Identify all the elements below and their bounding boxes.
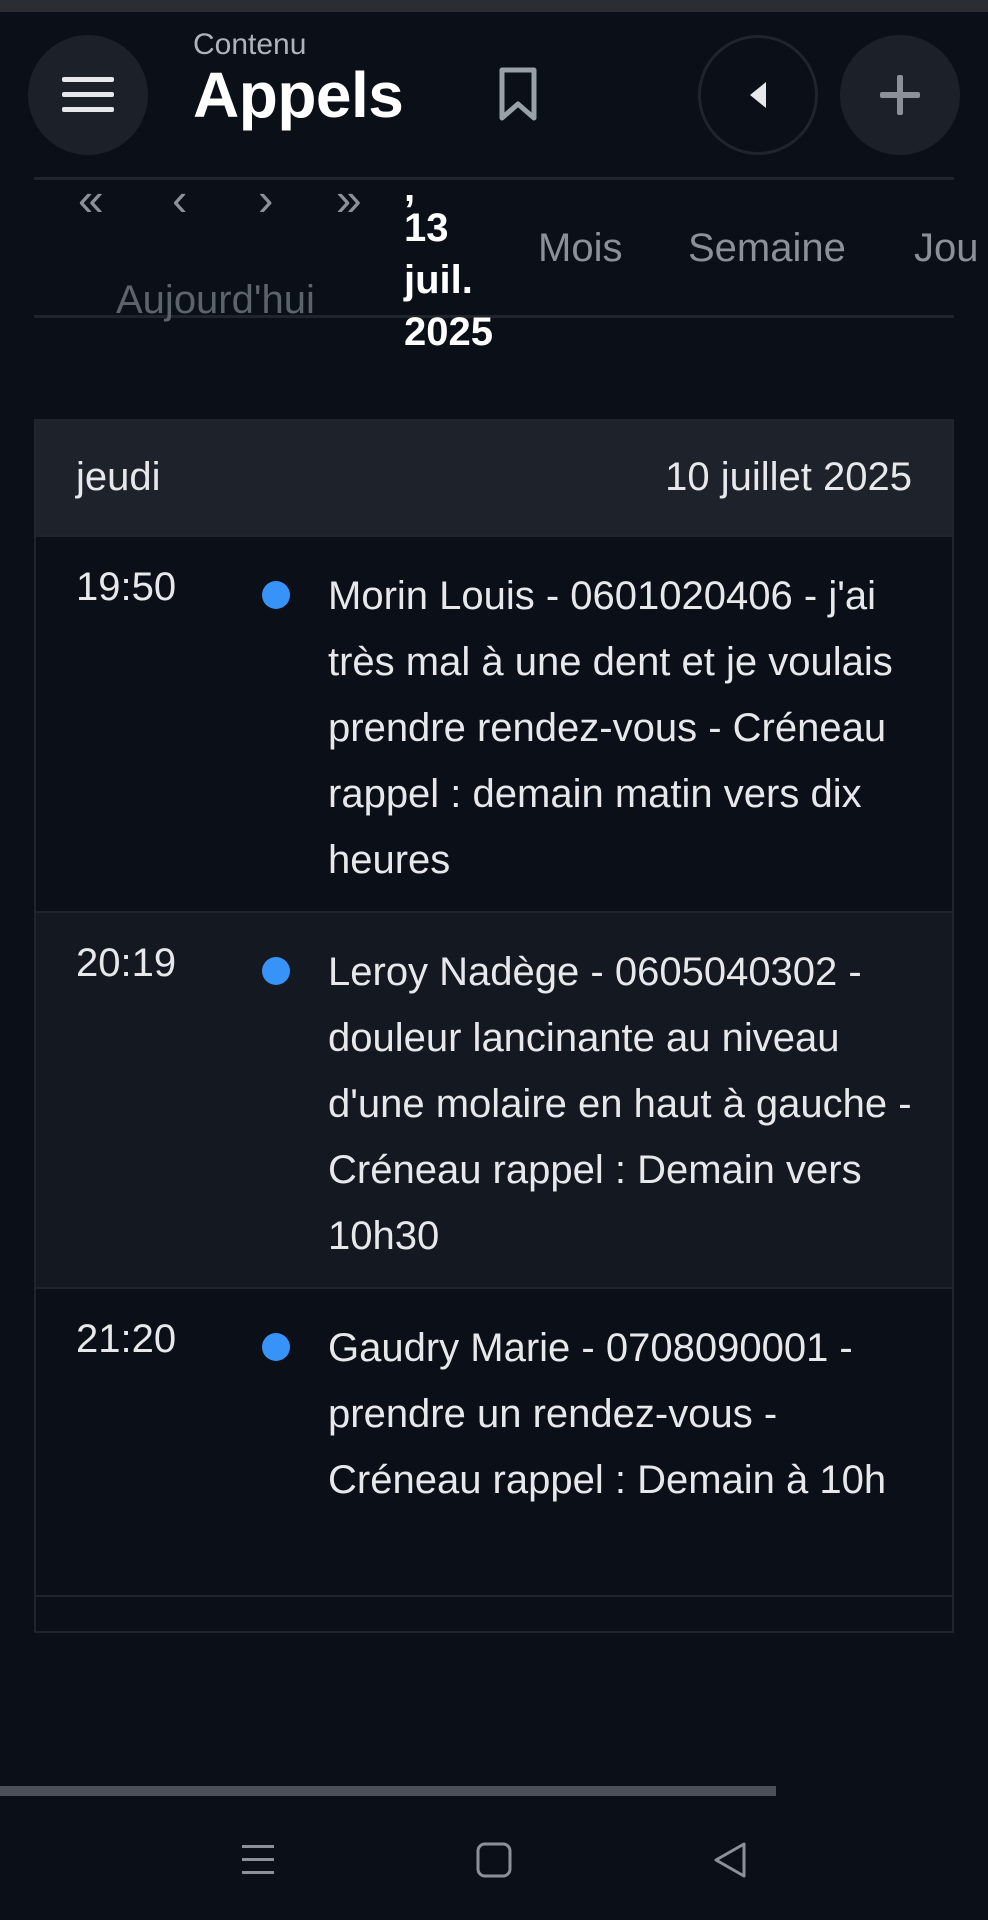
prev-month-button[interactable]: « <box>78 176 104 222</box>
recents-icon[interactable] <box>234 1836 282 1884</box>
event-dot-icon <box>262 581 290 609</box>
view-month-button[interactable]: Mois <box>538 226 622 271</box>
day-date: 10 juillet 2025 <box>665 455 912 499</box>
day-header: jeudi 10 juillet 2025 <box>36 421 952 535</box>
page-subtitle: Contenu <box>193 28 307 61</box>
prev-button[interactable]: ‹ <box>172 176 187 222</box>
next-month-button[interactable]: » <box>336 176 362 222</box>
horizontal-scrollbar[interactable] <box>0 1786 776 1796</box>
home-icon[interactable] <box>470 1836 518 1884</box>
current-date-year: 2025 <box>404 310 493 354</box>
event-row[interactable]: 20:19 Leroy Nadège - 0605040302 - douleu… <box>36 911 952 1287</box>
bookmark-icon[interactable] <box>494 66 542 122</box>
event-title: Morin Louis - 0601020406 - j'ai très mal… <box>328 574 893 882</box>
status-bar-edge <box>0 0 988 12</box>
page-title: Appels <box>193 59 404 131</box>
current-date-clipped-mark: , <box>404 166 416 210</box>
plus-icon <box>880 75 920 115</box>
today-button[interactable]: Aujourd'hui <box>116 278 315 323</box>
event-time: 21:20 <box>76 1317 177 1361</box>
current-date-month: juil. <box>404 258 473 302</box>
day-name: jeudi <box>76 455 161 499</box>
event-title: Gaudry Marie - 0708090001 - prendre un r… <box>328 1326 887 1502</box>
view-week-button[interactable]: Semaine <box>688 226 846 271</box>
view-day-button[interactable]: Jou <box>914 226 979 271</box>
current-date-day: 13 <box>404 206 449 250</box>
event-time: 19:50 <box>76 565 177 609</box>
event-row[interactable]: 19:50 Morin Louis - 0601020406 - j'ai tr… <box>36 535 952 911</box>
app-screen: Contenu Appels « ‹ › » Aujourd'hui , 13 … <box>0 0 988 1920</box>
event-dot-icon <box>262 957 290 985</box>
menu-button[interactable] <box>28 35 148 155</box>
event-list: jeudi 10 juillet 2025 19:50 Morin Louis … <box>34 419 954 1633</box>
back-triangle-icon[interactable] <box>706 1836 754 1884</box>
event-dot-icon <box>262 1333 290 1361</box>
next-button[interactable]: › <box>258 176 273 222</box>
current-date: , 13 juil. 2025 <box>404 166 514 358</box>
event-title: Leroy Nadège - 0605040302 - douleur lanc… <box>328 950 912 1258</box>
event-time: 20:19 <box>76 941 177 985</box>
caret-left-icon <box>750 82 766 108</box>
event-row[interactable]: 21:20 Gaudry Marie - 0708090001 - prendr… <box>36 1287 952 1597</box>
back-button[interactable] <box>698 35 818 155</box>
add-button[interactable] <box>840 35 960 155</box>
hamburger-icon <box>62 77 114 112</box>
